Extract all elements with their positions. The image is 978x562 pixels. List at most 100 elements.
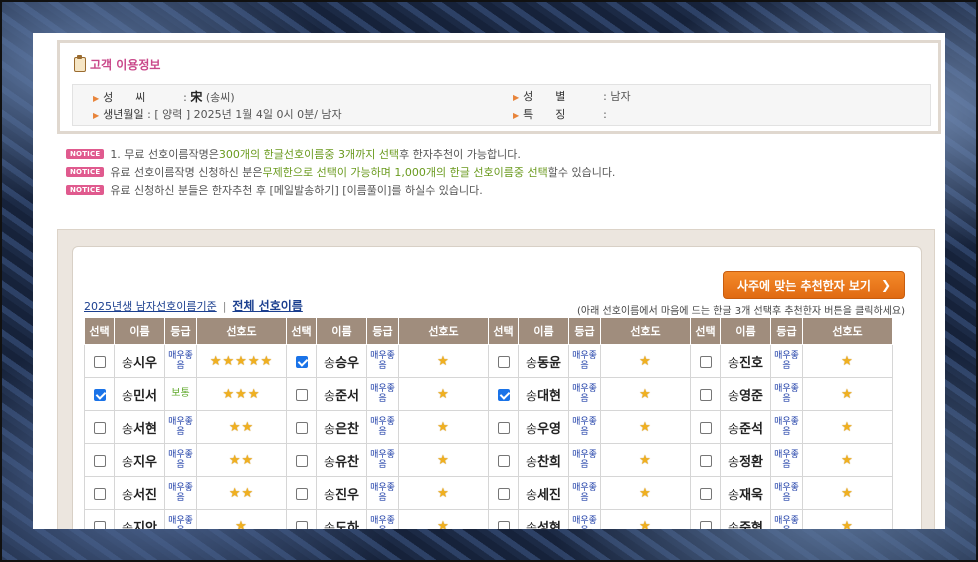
surname-text: 송 [324,487,336,502]
surname-text: 송 [324,388,336,403]
select-checkbox[interactable] [93,520,106,529]
column-header-name: 이름 [518,317,569,345]
name-cell: 송대현 [518,377,569,411]
notice-badge: NOTICE [66,185,105,195]
surname-text: 송 [122,487,134,502]
name-cell: 송진우 [316,476,367,510]
name-cell: 송민서 [114,377,165,411]
select-checkbox[interactable] [295,520,308,529]
surname-row: ▶ 성 씨: 宋 (송씨) [93,88,235,106]
preference-stars-icon: ★ [639,353,652,369]
given-name-text: 시우 [133,355,157,371]
preference-stars-icon: ★ [639,518,652,530]
grade-label: 매우좋음 [774,384,799,404]
select-checkbox[interactable] [295,487,308,500]
notice-item: NOTICE 유료 선호이름작명 신청하신 분은 무제한으로 선택이 가능하며 1… [66,163,615,181]
name-cell: 송우영 [518,410,569,444]
select-checkbox[interactable] [699,454,712,467]
select-checkbox[interactable] [497,520,510,529]
recommend-hanja-button[interactable]: 사주에 맞는 추천한자 보기 ❯ [723,271,905,299]
table-row: 송서진 매우좋음 ★★ 송진우 매우좋음 ★ 송세진 매우좋음 ★ 송재욱 매우좋음 ★ [84,476,893,510]
preference-stars-icon: ★ [639,452,652,468]
clipboard-icon [74,55,86,72]
surname-text: 송 [526,421,538,436]
surname-text: 송 [324,421,336,436]
gender-label: 성 별 [523,90,566,103]
select-checkbox[interactable] [699,487,712,500]
given-name-text: 세진 [537,487,561,503]
select-checkbox[interactable] [497,355,510,368]
select-checkbox[interactable] [497,487,510,500]
column-header-name: 이름 [316,317,367,345]
grade-label: 매우좋음 [168,417,193,437]
select-checkbox[interactable] [93,487,106,500]
surname-text: 송 [526,487,538,502]
select-checkbox[interactable] [93,388,106,401]
name-cell: 송준형 [720,509,771,529]
grade-label: 매우좋음 [370,483,395,503]
surname-text: 송 [526,388,538,403]
name-cell: 송서진 [114,476,165,510]
select-checkbox[interactable] [699,520,712,529]
select-checkbox[interactable] [295,388,308,401]
select-checkbox[interactable] [295,355,308,368]
surname-text: 송 [728,421,740,436]
given-name-text: 진호 [739,355,763,371]
column-header-select: 선택 [488,317,519,345]
grade-label: 매우좋음 [774,351,799,371]
given-name-text: 서현 [133,421,157,437]
arrow-icon: ▶ [93,94,100,103]
column-header-select: 선택 [286,317,317,345]
notice-item: NOTICE 1. 무료 선호이름작명은 300개의 한글선호이름중 3개까지 … [66,145,615,163]
grade-label: 매우좋음 [572,417,597,437]
column-header-pref: 선호도 [802,317,893,345]
name-cell: 송동윤 [518,344,569,378]
grade-label: 매우좋음 [168,351,193,371]
select-checkbox[interactable] [699,421,712,434]
select-checkbox[interactable] [93,454,106,467]
table-header-row: 선택 이름 등급 선호도 선택 이름 등급 선호도 선택 이름 등급 선호도 선택 이름 등급 선호도 [84,317,893,345]
select-checkbox[interactable] [699,355,712,368]
grade-label: 매우좋음 [168,516,193,529]
select-checkbox[interactable] [93,355,106,368]
year-based-link[interactable]: 2025년생 남자선호이름기준 [84,300,217,313]
column-header-grade: 등급 [164,317,197,345]
select-checkbox[interactable] [93,421,106,434]
select-checkbox[interactable] [699,388,712,401]
select-checkbox[interactable] [295,421,308,434]
preference-stars-icon: ★ [437,353,450,369]
column-header-grade: 등급 [770,317,803,345]
all-names-link[interactable]: 전체 선호이름 [232,299,302,313]
surname-text: 송 [122,454,134,469]
surname-text: 송 [324,355,336,370]
grade-label: 매우좋음 [572,351,597,371]
notice-list: NOTICE 1. 무료 선호이름작명은 300개의 한글선호이름중 3개까지 … [66,145,615,199]
select-checkbox[interactable] [497,388,510,401]
select-checkbox[interactable] [497,454,510,467]
column-header-name: 이름 [114,317,165,345]
grade-label: 매우좋음 [774,450,799,470]
birth-row: ▶ 생년월일 : [ 양력 ] 2025년 1월 4일 0시 0분/ 남자 [93,106,342,124]
names-table: 선택 이름 등급 선호도 선택 이름 등급 선호도 선택 이름 등급 선호도 선택 이름 등급 선호도 송시우… [84,317,893,529]
name-cell: 송유찬 [316,443,367,477]
name-cell: 송준석 [720,410,771,444]
name-cell: 송영준 [720,377,771,411]
grade-label: 매우좋음 [370,450,395,470]
select-checkbox[interactable] [497,421,510,434]
arrow-icon: ▶ [93,111,100,120]
name-cell: 송시우 [114,344,165,378]
preference-stars-icon: ★ [437,419,450,435]
preference-stars-icon: ★ [841,353,854,369]
given-name-text: 우영 [537,421,561,437]
given-name-text: 찬희 [537,454,561,470]
name-cell: 송진호 [720,344,771,378]
column-header-select: 선택 [690,317,721,345]
select-checkbox[interactable] [295,454,308,467]
surname-text: 송 [526,454,538,469]
column-header-grade: 등급 [366,317,399,345]
name-cell: 송세진 [518,476,569,510]
surname-text: 송 [526,520,538,530]
column-header-name: 이름 [720,317,771,345]
given-name-text: 유찬 [335,454,359,470]
preference-stars-icon: ★ [437,485,450,501]
